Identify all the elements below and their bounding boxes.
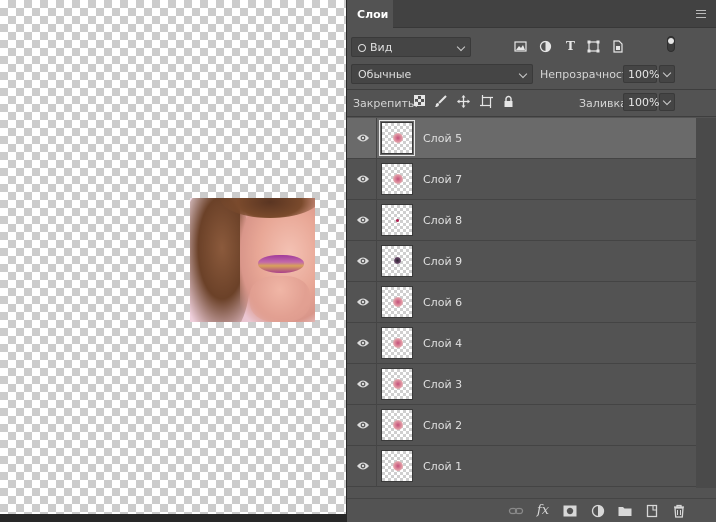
visibility-eye-icon[interactable] [356,173,370,185]
layer-thumbnail[interactable] [381,327,413,359]
visibility-eye-icon[interactable] [356,460,370,472]
new-layer-icon[interactable] [644,503,660,519]
layer-thumbnail[interactable] [381,163,413,195]
layer-name[interactable]: Слой 7 [423,173,462,186]
divider [376,446,377,487]
layer-name[interactable]: Слой 9 [423,255,462,268]
layer-name[interactable]: Слой 2 [423,419,462,432]
visibility-eye-icon[interactable] [356,296,370,308]
layer-name[interactable]: Слой 6 [423,296,462,309]
filter-selected-value: Вид [370,41,393,54]
delete-layer-icon[interactable] [671,503,687,519]
layer-row[interactable]: Слой 4 [347,323,696,364]
layer-name[interactable]: Слой 3 [423,378,462,391]
new-group-icon[interactable] [617,503,633,519]
blend-mode-value: Обычные [358,68,412,81]
chevron-down-icon [456,42,466,52]
fx-icon[interactable]: fx [535,503,551,519]
layer-thumbnail[interactable] [381,204,413,236]
layer-row[interactable]: Слой 2 [347,405,696,446]
lock-position-icon[interactable] [457,95,470,108]
link-layers-icon[interactable] [508,503,524,519]
layer-row[interactable]: Слой 7 [347,159,696,200]
lock-label: Закрепить: [353,97,419,110]
tab-layers[interactable]: Слои [347,0,393,28]
layer-thumbnail[interactable] [381,450,413,482]
visibility-eye-icon[interactable] [356,132,370,144]
visibility-eye-icon[interactable] [356,337,370,349]
divider [376,200,377,241]
layer-row[interactable]: Слой 6 [347,282,696,323]
layer-thumbnail[interactable] [381,245,413,277]
layer-thumbnail[interactable] [381,286,413,318]
search-icon [358,44,366,52]
lock-artboard-icon[interactable] [480,95,493,108]
opacity-slider-toggle[interactable] [659,65,675,83]
adjustment-filter-icon[interactable] [539,40,552,53]
layers-panel: Слои Вид T Обычные Непрозрачность: 100% … [347,0,716,522]
fill-input[interactable]: 100% [623,93,659,111]
visibility-eye-icon[interactable] [356,419,370,431]
lock-image-pixels-icon[interactable] [434,95,447,108]
divider [376,405,377,446]
panel-menu-icon[interactable] [696,10,706,18]
layers-list: Слой 5 Слой 7 Слой 8 Слой 9 Слой 6 Слой 4 Слой… [347,118,696,488]
layers-scrollbar[interactable] [696,118,716,488]
layer-thumbnail[interactable] [381,409,413,441]
layer-name[interactable]: Слой 4 [423,337,462,350]
fill-slider-toggle[interactable] [659,93,675,111]
layers-bottom-toolbar: fx [347,498,716,522]
blend-mode-select[interactable]: Обычные [351,64,533,84]
layer-name[interactable]: Слой 8 [423,214,462,227]
layer-name[interactable]: Слой 1 [423,460,462,473]
divider [376,323,377,364]
canvas-bottom-edge [0,514,346,522]
divider [347,89,716,90]
shape-filter-icon[interactable] [587,40,600,53]
filter-toggle-icon[interactable] [667,36,675,52]
layer-filter-select[interactable]: Вид [351,37,471,57]
divider [376,118,377,159]
layer-row[interactable]: Слой 1 [347,446,696,487]
layer-thumbnail[interactable] [381,368,413,400]
new-adjustment-icon[interactable] [590,503,606,519]
smart-object-filter-icon[interactable] [611,40,624,53]
divider [347,116,716,117]
add-mask-icon[interactable] [562,503,578,519]
layer-row[interactable]: Слой 5 [347,118,696,159]
image-filter-icon[interactable] [514,40,527,53]
visibility-eye-icon[interactable] [356,214,370,226]
layer-thumbnail[interactable] [379,120,415,156]
canvas-photo-lips [190,198,315,322]
divider [376,159,377,200]
layer-name[interactable]: Слой 5 [423,132,462,145]
opacity-input[interactable]: 100% [623,65,659,83]
chevron-down-icon [518,69,528,79]
visibility-eye-icon[interactable] [356,378,370,390]
document-canvas[interactable] [0,0,346,522]
divider [376,364,377,405]
layer-row[interactable]: Слой 8 [347,200,696,241]
visibility-eye-icon[interactable] [356,255,370,267]
lock-all-icon[interactable] [502,95,515,108]
panel-tabbar: Слои [347,0,716,28]
divider [376,282,377,323]
layer-row[interactable]: Слой 3 [347,364,696,405]
type-filter-icon[interactable]: T [564,40,577,53]
divider [376,241,377,282]
lock-transparent-pixels-icon[interactable] [413,95,426,108]
layer-row[interactable]: Слой 9 [347,241,696,282]
